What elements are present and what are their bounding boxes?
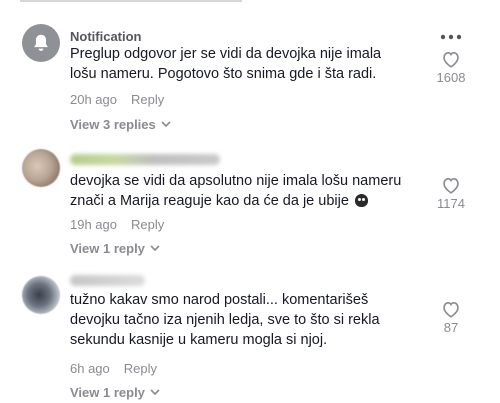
like-button[interactable]: 1608 (426, 50, 476, 85)
comment-meta: 20h ago Reply (70, 92, 164, 107)
view-replies-label: View 3 replies (70, 117, 156, 132)
comment-text-body: devojka se vidi da apsolutno nije imala … (70, 173, 402, 209)
chevron-down-icon (150, 245, 160, 252)
chevron-down-icon (161, 121, 171, 128)
reply-button[interactable]: Reply (124, 361, 157, 376)
view-replies-button[interactable]: View 1 reply (70, 385, 160, 400)
view-replies-label: View 1 reply (70, 385, 145, 400)
comment-meta: 19h ago Reply (70, 217, 164, 232)
comment-time: 20h ago (70, 92, 117, 107)
heart-icon (443, 302, 459, 318)
comment-item: Notification Preglup odgovor jer se vidi… (0, 0, 500, 140)
bell-icon (34, 34, 48, 51)
skull-emoji (354, 194, 368, 207)
view-replies-button[interactable]: View 3 replies (70, 117, 171, 132)
comment-meta: 6h ago Reply (70, 361, 157, 376)
like-button[interactable]: 1174 (426, 176, 476, 211)
blurred-username[interactable] (70, 154, 220, 165)
comment-item: devojka se vidi da apsolutno nije imala … (0, 140, 500, 265)
like-count: 1174 (437, 196, 465, 211)
comment-username[interactable]: Notification (70, 29, 142, 44)
comment-time: 6h ago (70, 361, 110, 376)
comment-text: devojka se vidi da apsolutno nije imala … (70, 171, 410, 211)
heart-icon (443, 52, 459, 68)
heart-icon (443, 178, 459, 194)
view-replies-label: View 1 reply (70, 241, 145, 256)
chevron-down-icon (150, 389, 160, 396)
comment-text: tužno kakav smo narod postali... komenta… (70, 292, 380, 348)
avatar[interactable] (22, 24, 60, 62)
comment-time: 19h ago (70, 217, 117, 232)
avatar[interactable] (22, 276, 60, 314)
reply-button[interactable]: Reply (131, 217, 164, 232)
avatar[interactable] (22, 149, 60, 187)
reply-button[interactable]: Reply (131, 92, 164, 107)
like-count: 1608 (436, 70, 466, 85)
blurred-username[interactable] (70, 275, 145, 286)
more-options-icon[interactable] (440, 30, 462, 40)
view-replies-button[interactable]: View 1 reply (70, 241, 160, 256)
like-count: 87 (443, 320, 459, 335)
comment-item: tužno kakav smo narod postali... komenta… (0, 265, 500, 403)
comment-text: Preglup odgovor jer se vidi da devojka n… (70, 46, 382, 82)
like-button[interactable]: 87 (426, 300, 476, 335)
